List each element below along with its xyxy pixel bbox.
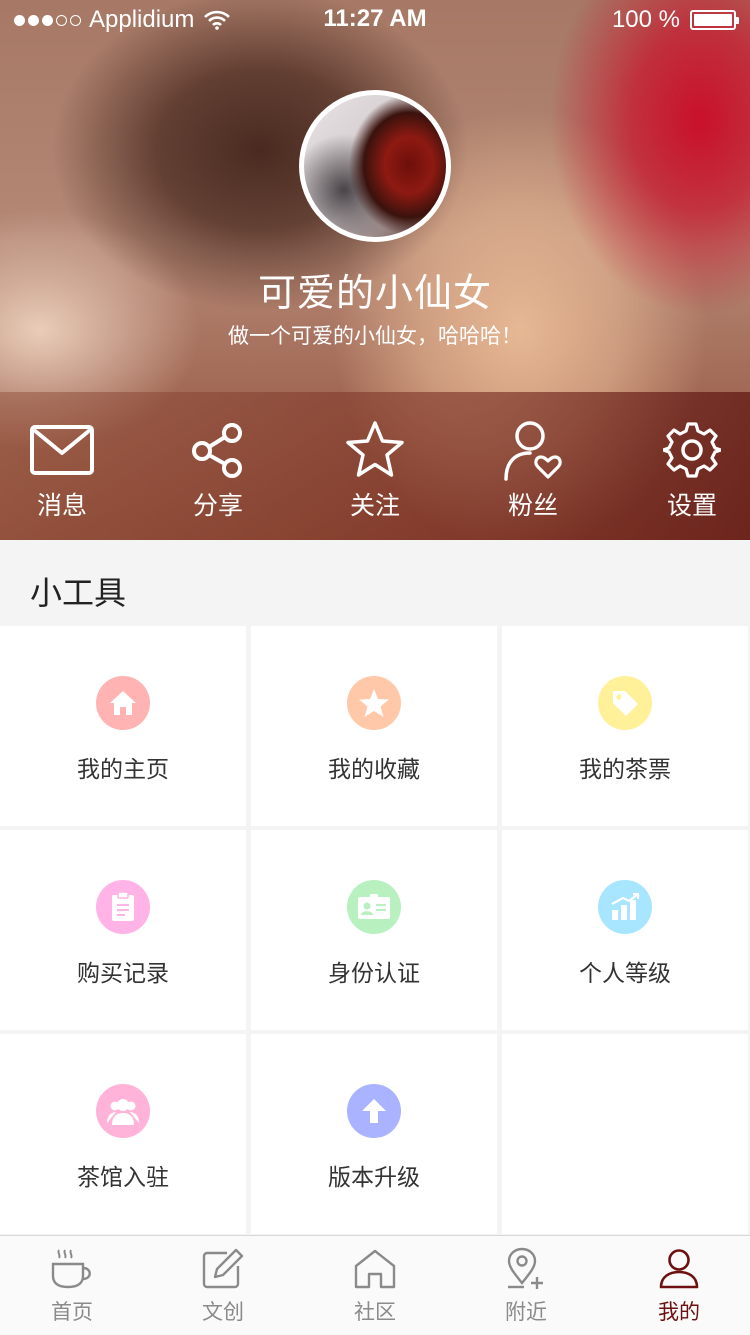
tool-label: 我的茶票: [579, 757, 671, 783]
settings-button[interactable]: 设置: [632, 418, 750, 528]
tab-label: 我的: [658, 1300, 700, 1324]
tool-icon-circle: [598, 676, 652, 730]
user-icon: [659, 1249, 699, 1289]
tool-label: 我的主页: [77, 757, 169, 783]
tab-creative[interactable]: 文创: [163, 1246, 283, 1332]
action-label: 设置: [666, 491, 717, 520]
battery-icon: [690, 10, 739, 30]
tool-icon-circle: [347, 676, 401, 730]
tool-icon-circle: [96, 676, 150, 730]
tool-icon-circle: [347, 1084, 401, 1138]
share-button[interactable]: 分享: [158, 418, 278, 528]
tab-home[interactable]: 首页: [12, 1246, 132, 1332]
home-icon: [110, 691, 136, 715]
location-add-icon: [507, 1247, 543, 1289]
star-icon: [359, 689, 389, 717]
action-label: 消息: [36, 491, 87, 520]
status-right: 100 %: [611, 6, 739, 34]
action-label: 关注: [349, 491, 400, 520]
gear-icon: [663, 422, 721, 478]
tab-mine[interactable]: 我的: [619, 1246, 739, 1332]
action-label: 分享: [192, 491, 243, 520]
messages-button[interactable]: 消息: [2, 418, 122, 528]
tool-teahouse-join[interactable]: 茶馆入驻: [0, 1034, 246, 1234]
tab-community[interactable]: 社区: [315, 1246, 435, 1332]
action-row: 消息 分享 关注 粉丝 设置: [0, 418, 750, 528]
upload-arrow-icon: [362, 1099, 386, 1123]
tea-cup-icon: [51, 1249, 91, 1289]
tool-label: 茶馆入驻: [77, 1165, 169, 1191]
tool-icon-circle: [96, 1084, 150, 1138]
followers-button[interactable]: 粉丝: [473, 418, 593, 528]
tab-label: 附近: [505, 1300, 547, 1324]
profile-header: Applidium 11:27 AM 100 % 可爱的小仙女 做一个可爱的小仙…: [0, 0, 750, 540]
house-icon: [354, 1249, 396, 1289]
follower-heart-icon: [504, 421, 562, 481]
id-card-icon: [358, 894, 390, 919]
tool-my-tea-tickets[interactable]: 我的茶票: [502, 626, 748, 826]
tab-nearby[interactable]: 附近: [466, 1246, 586, 1332]
tab-label: 文创: [202, 1300, 244, 1324]
tool-label: 身份认证: [328, 961, 420, 987]
user-bio: 做一个可爱的小仙女，哈哈哈！: [228, 324, 522, 348]
clipboard-icon: [112, 891, 134, 921]
action-label: 粉丝: [507, 491, 558, 520]
tab-bar: 首页 文创 社区 附近 我的: [0, 1235, 750, 1335]
tag-icon: [613, 691, 638, 716]
tool-version-upgrade[interactable]: 版本升级: [251, 1034, 497, 1234]
tool-label: 我的收藏: [328, 757, 420, 783]
tool-purchase-history[interactable]: 购买记录: [0, 830, 246, 1030]
star-icon: [346, 421, 404, 477]
mail-icon: [30, 425, 94, 475]
tool-label: 购买记录: [77, 961, 169, 987]
tab-label: 首页: [51, 1300, 93, 1324]
avatar[interactable]: [299, 90, 451, 242]
tool-personal-level[interactable]: 个人等级: [502, 830, 748, 1030]
user-name: 可爱的小仙女: [257, 271, 492, 315]
share-icon: [192, 423, 242, 478]
follow-button[interactable]: 关注: [315, 418, 435, 528]
tab-label: 社区: [354, 1300, 396, 1324]
tool-my-homepage[interactable]: 我的主页: [0, 626, 246, 826]
status-bar: Applidium 11:27 AM 100 %: [0, 0, 750, 40]
people-icon: [107, 1099, 139, 1125]
tool-my-favorites[interactable]: 我的收藏: [251, 626, 497, 826]
tool-label: 个人等级: [579, 961, 671, 987]
tool-label: 版本升级: [328, 1165, 420, 1191]
battery-percent: 100 %: [611, 6, 680, 33]
tool-icon-circle: [96, 880, 150, 934]
tool-empty-slot: [502, 1034, 748, 1234]
edit-icon: [202, 1248, 244, 1289]
section-title: 小工具: [30, 574, 127, 612]
tool-identity-verification[interactable]: 身份认证: [251, 830, 497, 1030]
tool-icon-circle: [347, 880, 401, 934]
tool-icon-circle: [598, 880, 652, 934]
chart-icon: [611, 892, 640, 920]
